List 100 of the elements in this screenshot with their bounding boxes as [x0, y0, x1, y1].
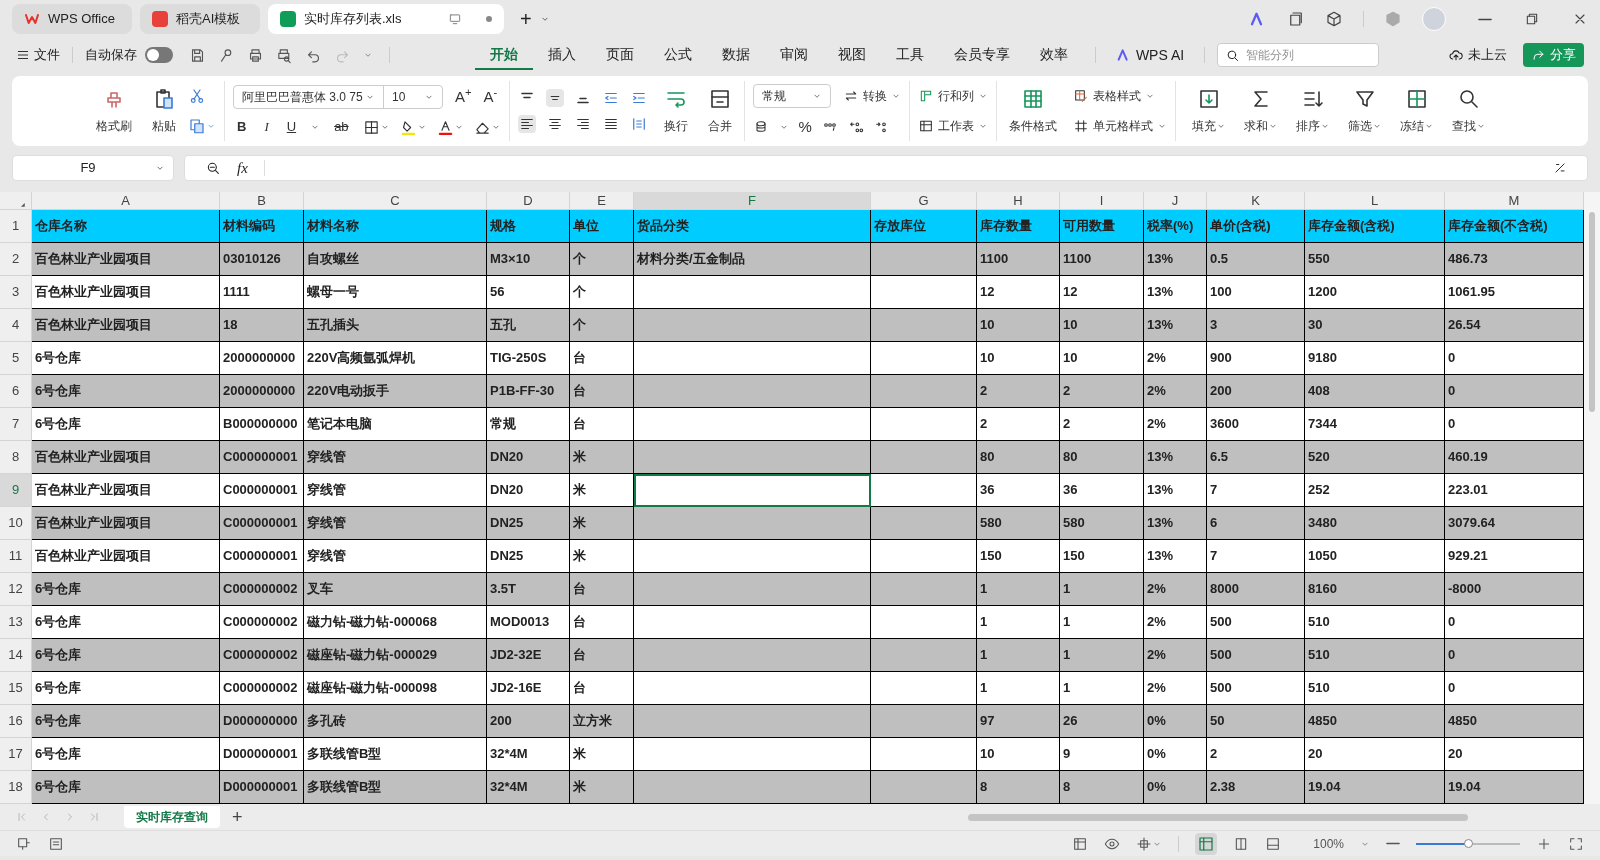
- rows-columns-button[interactable]: 行和列: [917, 87, 988, 105]
- zoom-reading[interactable]: 100%: [1313, 834, 1344, 853]
- name-box[interactable]: F9: [12, 155, 174, 181]
- table-cell: 2%: [1144, 408, 1207, 441]
- cloud-button[interactable]: 未上云: [1448, 45, 1507, 65]
- table-style-button[interactable]: 表格样式: [1072, 87, 1167, 105]
- row-header[interactable]: 10: [0, 507, 32, 540]
- share-button[interactable]: 分享: [1523, 43, 1584, 67]
- worksheet-button[interactable]: 工作表: [917, 117, 988, 135]
- row-header[interactable]: 9: [0, 474, 32, 507]
- row-header[interactable]: 2: [0, 243, 32, 276]
- find-button[interactable]: 查找: [1451, 87, 1486, 135]
- ribbon-tab[interactable]: 页面: [590, 40, 649, 70]
- table-cell: 0%: [1144, 738, 1207, 771]
- table-cell: 1: [1060, 639, 1144, 672]
- table-cell: 0: [1445, 672, 1584, 705]
- row-header[interactable]: 8: [0, 441, 32, 474]
- table-cell: 台: [570, 342, 634, 375]
- app-tab[interactable]: 实时库存列表.xls: [268, 4, 504, 34]
- row-header[interactable]: 17: [0, 738, 32, 771]
- percent-button[interactable]: %: [798, 115, 812, 139]
- ribbon-tab[interactable]: 工具: [880, 40, 939, 70]
- strikethrough-button[interactable]: ab: [330, 117, 353, 137]
- row-header[interactable]: 4: [0, 309, 32, 342]
- align-middle-icon: [545, 89, 564, 107]
- ribbon-tab[interactable]: 插入: [532, 40, 591, 70]
- avatar[interactable]: [1422, 7, 1446, 31]
- table-cell: 12: [1060, 276, 1144, 309]
- ribbon-tab[interactable]: 视图: [822, 40, 881, 70]
- formula-field[interactable]: fx: [184, 155, 1588, 181]
- row-header[interactable]: 6: [0, 375, 32, 408]
- number-format-field[interactable]: 常规: [752, 83, 831, 108]
- sheet-tab[interactable]: 实时库存查询: [124, 806, 220, 828]
- row-header[interactable]: 15: [0, 672, 32, 705]
- ribbon-tab[interactable]: 审阅: [764, 40, 823, 70]
- row-header[interactable]: 13: [0, 606, 32, 639]
- row-header[interactable]: 3: [0, 276, 32, 309]
- table-cell: 6号仓库: [32, 606, 220, 639]
- convert-button[interactable]: 转换: [842, 86, 901, 105]
- row-header[interactable]: 5: [0, 342, 32, 375]
- table-cell: 2%: [1144, 375, 1207, 408]
- ribbon-tab[interactable]: 数据: [706, 40, 765, 70]
- table-cell: C000000001: [220, 540, 304, 573]
- ribbon-tab[interactable]: 开始: [474, 40, 533, 70]
- row-header[interactable]: 12: [0, 573, 32, 606]
- row-header[interactable]: 7: [0, 408, 32, 441]
- sum-button[interactable]: 求和: [1243, 87, 1278, 135]
- underline-button[interactable]: U: [282, 117, 301, 137]
- table-cell: 8160: [1305, 573, 1445, 606]
- new-tab-button[interactable]: +: [520, 4, 532, 34]
- app-tab[interactable]: WPS Office: [12, 4, 132, 34]
- table-cell: 26: [1060, 705, 1144, 738]
- table-cell: 磁力钻-磁力钻-000068: [304, 606, 487, 639]
- ribbon-tab[interactable]: 效率: [1024, 40, 1083, 70]
- row-header[interactable]: 18: [0, 771, 32, 804]
- merge-button[interactable]: 合并: [703, 87, 736, 135]
- table-cell: JD2-32E: [487, 639, 570, 672]
- autosave-toggle[interactable]: [145, 47, 173, 63]
- row-header[interactable]: 16: [0, 705, 32, 738]
- format-painter-button[interactable]: 格式刷: [92, 87, 136, 135]
- search-field[interactable]: 智能分列: [1217, 43, 1380, 67]
- table-cell: 个: [570, 243, 634, 276]
- table-cell: 米: [570, 441, 634, 474]
- table-cell: 30: [1305, 309, 1445, 342]
- file-menu[interactable]: 文件: [16, 45, 60, 65]
- fill-button[interactable]: 填充: [1191, 87, 1226, 135]
- table-cell: 520: [1305, 441, 1445, 474]
- italic-button[interactable]: I: [260, 117, 273, 137]
- wps-ai-tab[interactable]: WPS AI: [1107, 44, 1193, 66]
- table-cell: -8000: [1445, 573, 1584, 606]
- ribbon-tab[interactable]: 会员专享: [938, 40, 1025, 70]
- table-cell: 19.04: [1305, 771, 1445, 804]
- filter-button[interactable]: 筛选: [1347, 87, 1382, 135]
- column-header[interactable]: F: [634, 192, 871, 210]
- cell-style-button[interactable]: 单元格样式: [1072, 117, 1167, 135]
- table-cell: 6号仓库: [32, 573, 220, 606]
- app-tab[interactable]: 稻壳AI模板: [140, 4, 260, 34]
- vertical-scrollbar[interactable]: [1584, 192, 1600, 804]
- table-cell: 7: [1207, 540, 1305, 573]
- paste-button[interactable]: 粘贴: [148, 87, 180, 135]
- table-cell: TIG-250S: [487, 342, 570, 375]
- ribbon-tab[interactable]: 公式: [648, 40, 707, 70]
- wrap-button[interactable]: 换行: [659, 87, 692, 135]
- grow-font-button[interactable]: A$^{+}$: [455, 86, 472, 109]
- table-cell: 材料分类/五金制品: [634, 243, 871, 276]
- shrink-font-button[interactable]: A$^{-}$: [483, 86, 498, 109]
- bold-button[interactable]: B: [233, 117, 251, 137]
- conditional-format-button[interactable]: 条件格式: [1004, 87, 1061, 135]
- table-cell: 486.73: [1445, 243, 1584, 276]
- row-header[interactable]: 1: [0, 210, 32, 243]
- freeze-button[interactable]: 冻结: [1399, 87, 1434, 135]
- row-header[interactable]: 11: [0, 540, 32, 573]
- row-header[interactable]: 14: [0, 639, 32, 672]
- fullscreen-icon: [1568, 835, 1584, 852]
- table-cell: B000000000: [220, 408, 304, 441]
- column-heading: 货品分类: [634, 210, 871, 243]
- add-sheet-button[interactable]: +: [232, 803, 243, 831]
- sort-button[interactable]: 排序: [1295, 87, 1330, 135]
- column-heading: 规格: [487, 210, 570, 243]
- column-heading: 库存金额(不含税): [1445, 210, 1584, 243]
